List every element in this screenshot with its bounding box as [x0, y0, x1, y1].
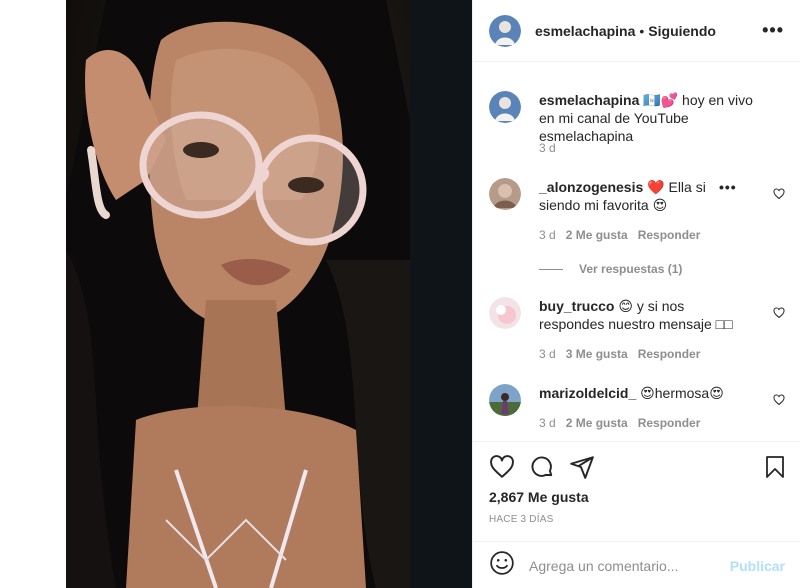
comment-text-line1: 😍hermosa😍: [640, 385, 724, 401]
comment-icon[interactable]: [529, 454, 555, 485]
comment-likes[interactable]: 3 Me gusta: [566, 347, 628, 361]
comment-avatar[interactable]: [489, 178, 521, 210]
media-right-margin: [410, 0, 472, 588]
caption-time[interactable]: 3 d: [539, 141, 556, 155]
comment-meta: 3 d 3 Me gusta Responder: [539, 347, 700, 361]
comment-meta: 3 d 2 Me gusta Responder: [539, 416, 700, 430]
heart-icon[interactable]: [489, 454, 515, 485]
add-comment-bar: Agrega un comentario... Publicar: [473, 541, 800, 588]
author-avatar[interactable]: [489, 14, 521, 47]
comment-time[interactable]: 3 d: [539, 228, 556, 242]
caption-text: esmelachapina 🇬🇹💕 hoy en vivo en mi cana…: [539, 91, 761, 145]
hearts-emoji: 💕: [660, 92, 679, 108]
post-header: esmelachapina • Siguiendo •••: [473, 0, 800, 62]
comment-item: _alonzogenesis ❤️ Ella si ••• siendo mi …: [489, 178, 789, 248]
comment-time[interactable]: 3 d: [539, 416, 556, 430]
comment-like-icon[interactable]: [773, 307, 785, 319]
publish-button[interactable]: Publicar: [730, 558, 785, 574]
comment-text-line2: respondes nuestro mensaje □□: [539, 316, 733, 332]
comment-text-line1: 😊 y si nos: [618, 298, 685, 314]
caption-avatar[interactable]: [489, 91, 521, 123]
flag-emoji: 🇬🇹: [643, 92, 661, 108]
comment-like-icon[interactable]: [773, 188, 785, 200]
comment-username[interactable]: buy_trucco: [539, 298, 614, 314]
reply-button[interactable]: Responder: [638, 228, 701, 242]
more-options-icon[interactable]: •••: [762, 20, 784, 41]
view-replies-label: Ver respuestas (1): [579, 262, 683, 276]
post-photo[interactable]: [66, 0, 410, 588]
caption: esmelachapina 🇬🇹💕 hoy en vivo en mi cana…: [489, 91, 789, 161]
media-left-margin: [0, 0, 66, 588]
comment-like-icon[interactable]: [773, 394, 785, 406]
reply-button[interactable]: Responder: [638, 347, 701, 361]
comments-section: esmelachapina 🇬🇹💕 hoy en vivo en mi cana…: [473, 63, 800, 441]
comment-text-line2: siendo mi favorita 😍: [539, 197, 668, 213]
post-actions: 2,867 Me gusta HACE 3 DÍAS Agrega un com…: [473, 441, 800, 575]
comment-meta: 3 d 2 Me gusta Responder: [539, 228, 700, 242]
selfie-illustration: [66, 0, 410, 588]
post-timestamp[interactable]: HACE 3 DÍAS: [489, 514, 553, 525]
comment-text: _alonzogenesis ❤️ Ella si ••• siendo mi …: [539, 178, 761, 214]
comment-text: marizoldelcid_ 😍hermosa😍: [539, 384, 761, 402]
bookmark-icon[interactable]: [763, 454, 787, 485]
share-icon[interactable]: [569, 454, 595, 485]
comment-input[interactable]: Agrega un comentario...: [529, 558, 678, 574]
emoji-icon[interactable]: [489, 550, 515, 581]
comment-item: buy_trucco 😊 y si nos respondes nuestro …: [489, 297, 789, 367]
comment-avatar[interactable]: [489, 384, 521, 416]
replies-line: [539, 268, 563, 270]
header-separator: •: [639, 22, 645, 39]
comment-time[interactable]: 3 d: [539, 347, 556, 361]
comment-more-icon[interactable]: •••: [715, 178, 741, 196]
author-username[interactable]: esmelachapina: [535, 23, 635, 39]
comment-likes[interactable]: 2 Me gusta: [566, 416, 628, 430]
post-side-panel: esmelachapina • Siguiendo ••• esmelachap…: [472, 0, 800, 588]
post-media-area: [0, 0, 472, 588]
view-replies-button[interactable]: Ver respuestas (1): [539, 262, 682, 276]
comment-username[interactable]: _alonzogenesis: [539, 179, 643, 195]
caption-meta: 3 d: [539, 141, 556, 155]
caption-username[interactable]: esmelachapina: [539, 92, 639, 108]
comment-text-line1: ❤️ Ella si: [647, 179, 706, 195]
likes-count[interactable]: 2,867 Me gusta: [489, 489, 589, 505]
comment-text: buy_trucco 😊 y si nos respondes nuestro …: [539, 297, 761, 333]
reply-button[interactable]: Responder: [638, 416, 701, 430]
action-icons-row: [489, 454, 785, 480]
comment-username[interactable]: marizoldelcid_: [539, 385, 636, 401]
comment-item: marizoldelcid_ 😍hermosa😍 3 d 2 Me gusta …: [489, 384, 789, 441]
following-button[interactable]: Siguiendo: [648, 23, 716, 39]
comment-avatar[interactable]: [489, 297, 521, 329]
comment-likes[interactable]: 2 Me gusta: [566, 228, 628, 242]
